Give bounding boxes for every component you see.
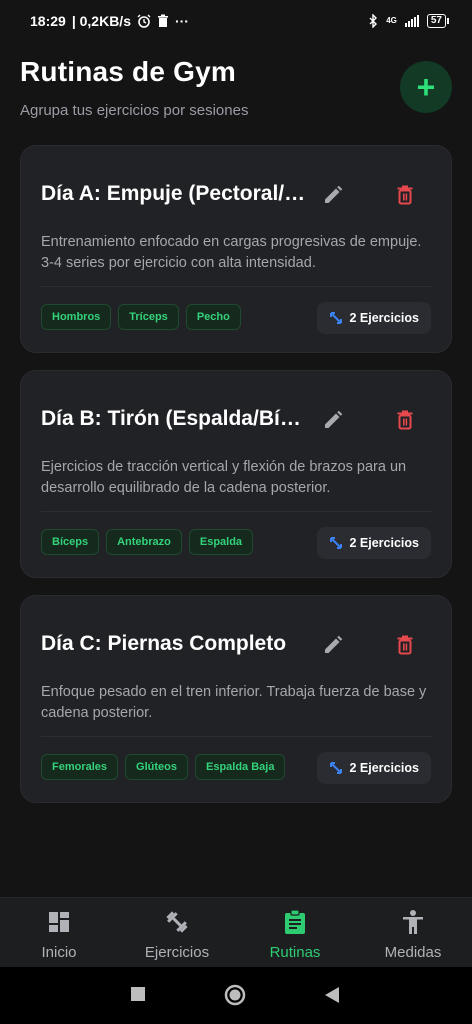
nav-label: Rutinas — [269, 944, 321, 961]
routine-card[interactable]: Día B: Tirón (Espalda/Bíceps) Ejercicios… — [20, 370, 452, 578]
exercise-count: 2 Ejercicios — [349, 311, 420, 325]
network-type: 4G — [386, 16, 397, 25]
tag-list: Bíceps Antebrazo Espalda — [41, 529, 254, 555]
exercise-count-badge[interactable]: 2 Ejercicios — [316, 527, 431, 559]
delete-icon[interactable] — [393, 633, 417, 657]
expand-icon — [329, 312, 342, 324]
plus-icon: + — [416, 69, 436, 105]
routine-title: Día C: Piernas Completo — [41, 632, 287, 655]
header: Rutinas de Gym Agrupa tus ejercicios por… — [20, 56, 452, 119]
tag-list: Femorales Glúteos Espalda Baja — [41, 754, 286, 780]
routine-card[interactable]: Día A: Empuje (Pectoral/Hombros/Tríceps)… — [20, 145, 452, 353]
exercise-count: 2 Ejercicios — [349, 761, 420, 775]
exercise-count-badge[interactable]: 2 Ejercicios — [316, 302, 431, 334]
nav-item-medidas[interactable]: Medidas — [354, 898, 472, 967]
nav-item-ejercicios[interactable]: Ejercicios — [118, 898, 236, 967]
divider — [41, 736, 433, 737]
nav-label: Inicio — [41, 944, 77, 961]
delete-icon[interactable] — [393, 408, 417, 432]
status-bar: 18:29 | 0,2KB/s ··· 4G 57 — [0, 0, 472, 42]
routine-description: Entrenamiento enfocado en cargas progres… — [41, 234, 422, 271]
exercise-count: 2 Ejercicios — [349, 536, 420, 550]
edit-icon[interactable] — [321, 408, 345, 432]
edit-icon[interactable] — [321, 183, 345, 207]
routine-description: Ejercicios de tracción vertical y flexió… — [41, 459, 407, 496]
alarm-icon — [137, 14, 151, 28]
muscle-tag: Bíceps — [41, 529, 100, 555]
recents-icon[interactable] — [130, 986, 146, 1002]
routine-title: Día B: Tirón (Espalda/Bíceps) — [41, 407, 311, 430]
nav-item-rutinas[interactable]: Rutinas — [236, 898, 354, 967]
muscle-tag: Espalda Baja — [194, 754, 286, 780]
page-subtitle: Agrupa tus ejercicios por sesiones — [20, 102, 249, 119]
nav-label: Ejercicios — [144, 944, 210, 961]
bluetooth-icon — [369, 14, 378, 28]
nav-item-inicio[interactable]: Inicio — [0, 898, 118, 967]
status-speed: | 0,2KB/s — [71, 13, 131, 29]
add-routine-button[interactable]: + — [400, 61, 452, 113]
signal-icon — [404, 15, 419, 27]
muscle-tag: Espalda — [188, 529, 254, 555]
divider — [41, 511, 433, 512]
more-icon: ··· — [174, 13, 189, 29]
tag-list: Hombros Tríceps Pecho — [41, 304, 241, 330]
muscle-tag: Glúteos — [125, 754, 188, 780]
page-title: Rutinas de Gym — [20, 56, 236, 87]
muscle-tag: Hombros — [41, 304, 112, 330]
muscle-tag: Femorales — [41, 754, 119, 780]
system-nav-bar — [0, 967, 472, 1024]
dumbbell-icon — [164, 908, 190, 936]
divider — [41, 286, 433, 287]
routine-description: Enfoque pesado en el tren inferior. Trab… — [41, 684, 427, 721]
clipboard-icon — [283, 908, 307, 936]
expand-icon — [329, 537, 342, 549]
status-time: 18:29 — [30, 13, 66, 29]
delete-icon[interactable] — [393, 183, 417, 207]
dashboard-icon — [47, 908, 71, 936]
muscle-tag: Antebrazo — [106, 529, 182, 555]
person-icon — [401, 908, 425, 936]
battery-icon: 57 — [426, 14, 450, 28]
muscle-tag: Tríceps — [118, 304, 179, 330]
routine-card[interactable]: Día C: Piernas Completo Enfoque pesado e… — [20, 595, 452, 803]
bottom-nav: Inicio Ejercicios Rutinas Medidas — [0, 897, 472, 967]
edit-icon[interactable] — [321, 633, 345, 657]
trash-status-icon — [157, 14, 168, 27]
home-icon[interactable] — [224, 984, 246, 1006]
back-icon[interactable] — [324, 986, 340, 1004]
nav-label: Medidas — [384, 944, 442, 961]
expand-icon — [329, 762, 342, 774]
status-left: 18:29 | 0,2KB/s ··· — [30, 13, 189, 29]
exercise-count-badge[interactable]: 2 Ejercicios — [316, 752, 431, 784]
muscle-tag: Pecho — [185, 304, 241, 330]
routine-title: Día A: Empuje (Pectoral/Hombros/Tríceps) — [41, 182, 311, 205]
status-right: 4G 57 — [368, 14, 450, 28]
